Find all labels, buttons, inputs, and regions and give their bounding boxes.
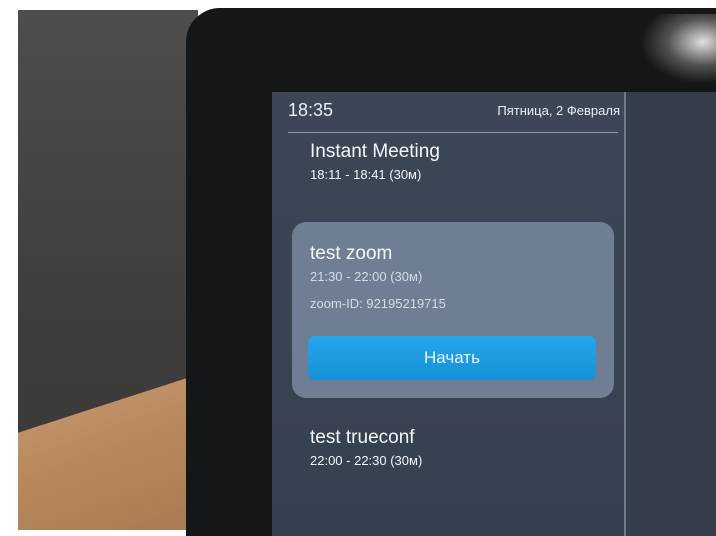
meeting-id: zoom-ID: 92195219715: [310, 296, 446, 311]
event-time: 18:11 - 18:41 (30м): [310, 167, 422, 182]
status-header: 18:35 Пятница, 2 Февраля: [288, 100, 620, 132]
light-glare: [640, 14, 716, 84]
header-divider: [288, 132, 618, 133]
start-button[interactable]: Начать: [308, 336, 596, 380]
event-time: 22:00 - 22:30 (30м): [310, 453, 423, 468]
event-item-instant-meeting[interactable]: Instant Meeting 18:11 - 18:41 (30м): [310, 141, 440, 184]
clock-time: 18:35: [288, 100, 334, 120]
photo-scene: 18:35 Пятница, 2 Февраля Instant Meeting…: [0, 0, 716, 536]
panel-divider: [624, 92, 626, 536]
event-card-selected[interactable]: test zoom 21:30 - 22:00 (30м) zoom-ID: 9…: [292, 222, 614, 398]
event-title: test trueconf: [310, 427, 415, 448]
current-date: Пятница, 2 Февраля: [497, 103, 620, 118]
event-title: test zoom: [310, 243, 393, 264]
event-time: 21:30 - 22:00 (30м): [310, 269, 423, 284]
right-pane: [626, 92, 716, 536]
event-title: Instant Meeting: [310, 141, 440, 162]
event-item-trueconf[interactable]: test trueconf 22:00 - 22:30 (30м): [310, 427, 422, 470]
